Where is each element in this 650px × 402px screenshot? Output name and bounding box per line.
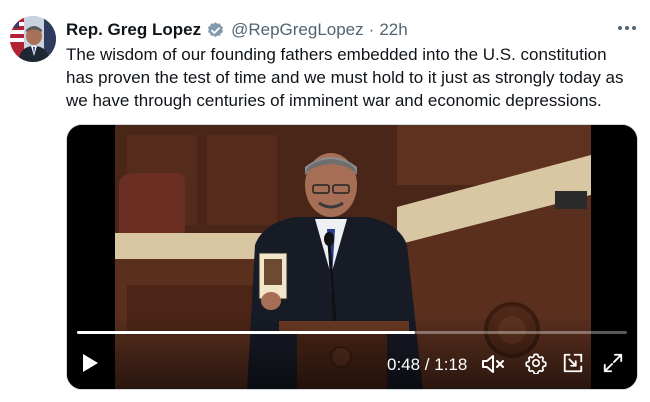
play-icon[interactable]: [79, 351, 101, 375]
tweet-text: The wisdom of our founding fathers embed…: [66, 45, 624, 110]
verified-badge-icon: [206, 21, 225, 40]
tweet-card[interactable]: Rep. Greg Lopez @RepGregLopez · 22h The …: [0, 0, 650, 402]
picture-in-picture-icon[interactable]: [561, 351, 585, 375]
video-progress-fill: [77, 331, 416, 334]
video-player[interactable]: 0:48 / 1:18: [66, 124, 638, 390]
muted-speaker-icon[interactable]: [481, 352, 507, 376]
expand-icon[interactable]: [601, 351, 625, 375]
author-name[interactable]: Rep. Greg Lopez: [66, 20, 201, 40]
more-options-icon[interactable]: [618, 18, 636, 38]
video-timecode: 0:48 / 1:18: [387, 355, 468, 374]
author-handle[interactable]: @RepGregLopez: [231, 20, 364, 40]
video-progress-bar[interactable]: [77, 331, 627, 334]
tweet-header: Rep. Greg Lopez @RepGregLopez · 22h: [66, 18, 408, 42]
video-frame: [67, 125, 637, 389]
timestamp[interactable]: 22h: [379, 20, 407, 40]
avatar[interactable]: [10, 16, 56, 62]
gear-icon[interactable]: [524, 351, 548, 375]
separator-dot: ·: [368, 20, 375, 39]
